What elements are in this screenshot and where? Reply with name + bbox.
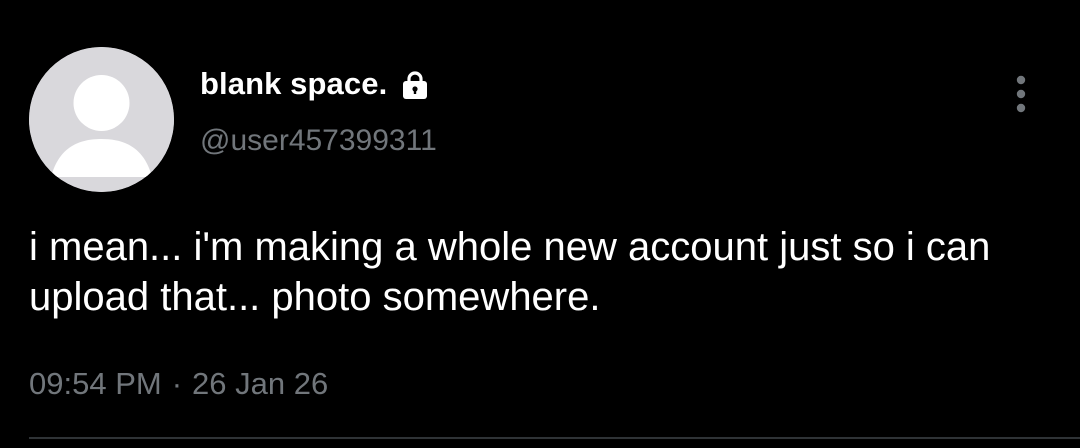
avatar[interactable]: [29, 47, 174, 192]
tweet-text: i mean... i'm making a whole new account…: [29, 225, 991, 319]
tweet-timestamp[interactable]: 09:54 PM · 26 Jan 26: [29, 366, 328, 402]
author-line: blank space.: [200, 62, 431, 106]
display-name[interactable]: blank space.: [200, 66, 387, 102]
timestamp-separator: ·: [171, 366, 183, 401]
tweet-date: 26 Jan 26: [192, 366, 329, 401]
lock-icon: [399, 69, 431, 101]
default-avatar-icon: [29, 47, 174, 192]
user-handle[interactable]: @user457399311: [200, 124, 437, 158]
tweet-card: blank space. @user457399311 i mean... i'…: [0, 0, 1080, 448]
tweet-time: 09:54 PM: [29, 366, 162, 401]
divider: [29, 437, 1080, 439]
more-vertical-icon[interactable]: [1004, 72, 1038, 116]
